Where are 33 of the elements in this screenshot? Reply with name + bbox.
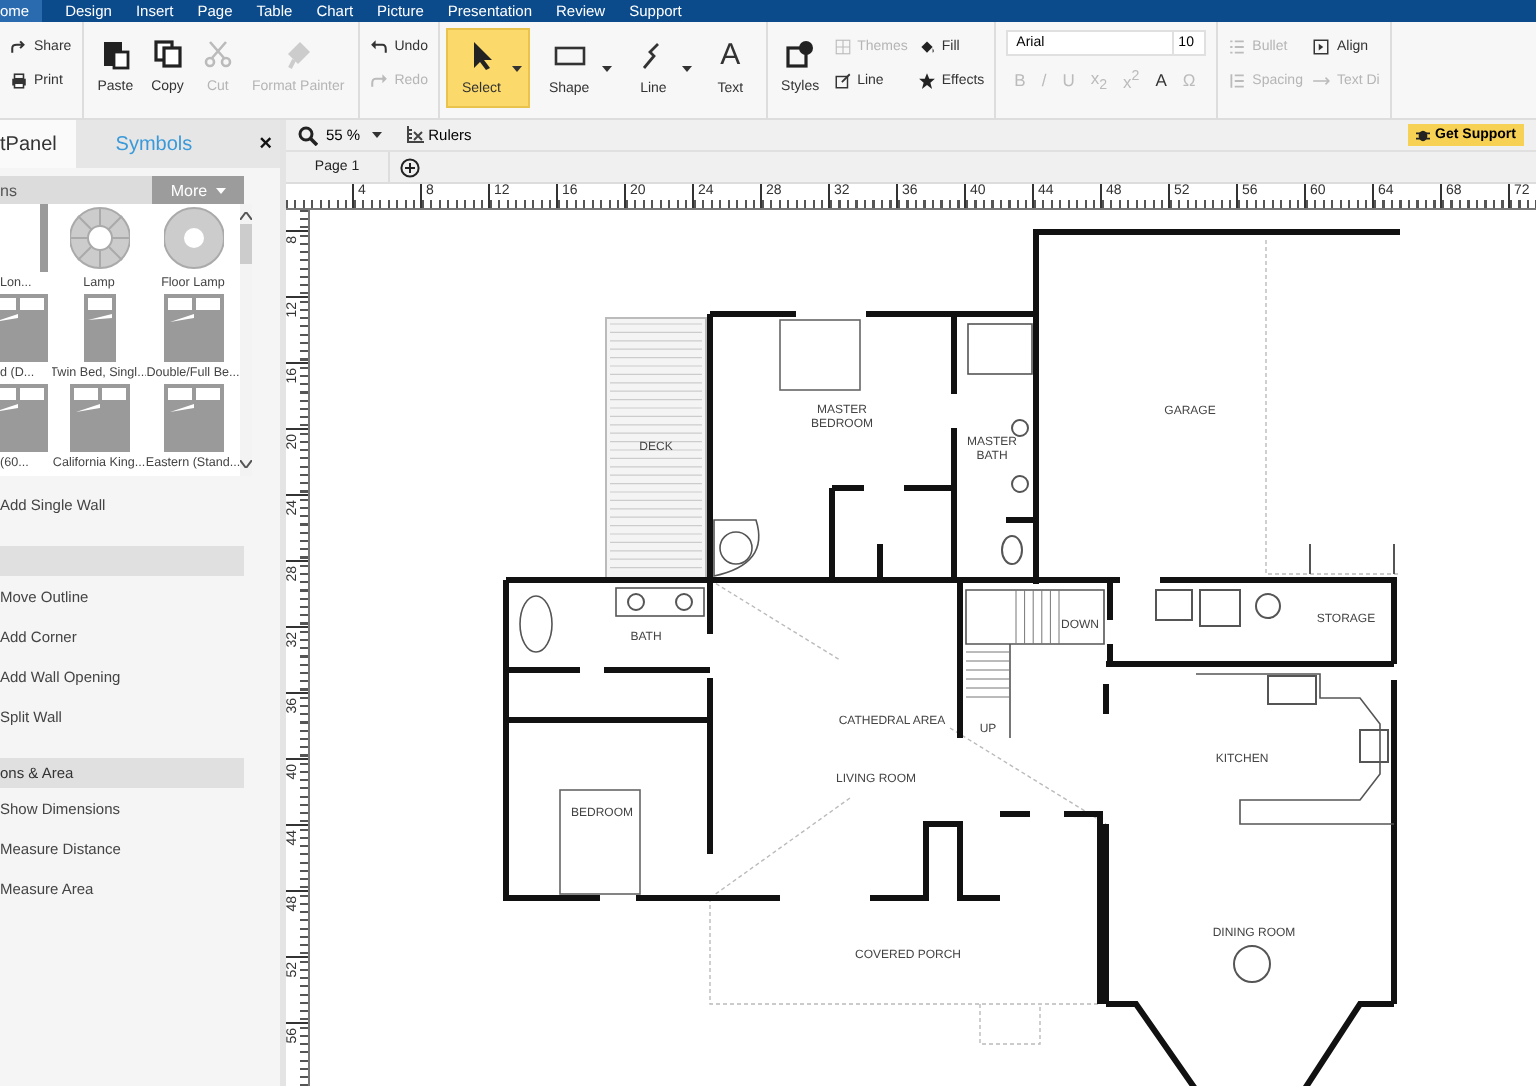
pen-icon xyxy=(833,72,852,90)
printer-icon xyxy=(10,72,28,90)
bed-icon xyxy=(69,384,129,452)
bed-icon xyxy=(163,294,223,362)
symbol-icon xyxy=(40,204,48,272)
panel-tab[interactable]: tPanel xyxy=(0,120,77,168)
copy-icon xyxy=(151,38,184,70)
scrollbar-thumb[interactable] xyxy=(240,224,252,264)
bed-icon xyxy=(163,384,223,452)
list-icon xyxy=(1228,38,1247,56)
undo-icon xyxy=(370,38,389,56)
bug-icon xyxy=(1415,128,1430,142)
arrow-icon xyxy=(1312,72,1331,90)
search-icon[interactable] xyxy=(298,125,318,145)
line-spacing-icon xyxy=(1228,72,1247,90)
ruler-icon xyxy=(406,126,425,144)
align-icon xyxy=(1312,38,1331,56)
scissors-icon xyxy=(201,38,234,70)
caret-icon xyxy=(372,132,383,138)
format-button[interactable]: A xyxy=(1155,68,1167,94)
add-page-icon[interactable] xyxy=(400,157,420,177)
close-button[interactable]: × xyxy=(251,120,280,168)
styles-icon xyxy=(784,38,817,70)
star-icon xyxy=(917,72,936,90)
library-title: ns xyxy=(0,181,17,199)
share-arrow-icon xyxy=(10,38,28,56)
grid-icon xyxy=(833,38,852,56)
redo-icon xyxy=(370,72,389,90)
scroll-up-icon[interactable] xyxy=(240,212,252,220)
caret-icon xyxy=(215,187,226,193)
paint-bucket-icon xyxy=(917,38,936,56)
clipboard-icon xyxy=(99,38,132,70)
scroll-down-icon[interactable] xyxy=(240,460,252,468)
